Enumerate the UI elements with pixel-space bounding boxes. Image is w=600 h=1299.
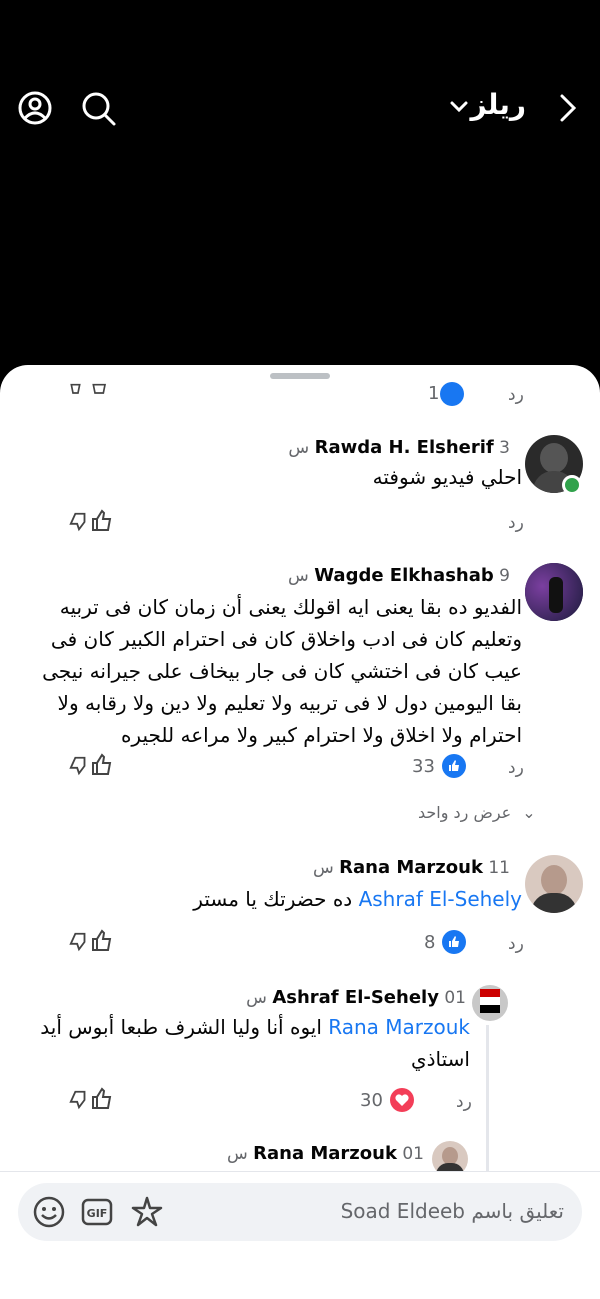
like-outline-icon[interactable]: [90, 929, 114, 953]
reply-button[interactable]: رد: [456, 1092, 472, 1112]
commenter-name[interactable]: Wagde Elkhashab: [314, 565, 494, 586]
reply-button[interactable]: رد: [508, 513, 524, 533]
like-outline-icon[interactable]: [90, 509, 114, 533]
commenter-name[interactable]: Rana Marzouk: [253, 1143, 397, 1164]
comment-meta: Rawda H. Elsherif 3 س: [288, 437, 510, 458]
comment-composer[interactable]: GIF تعليق باسم Soad Eldeeb: [18, 1183, 582, 1241]
chevron-down-icon[interactable]: [444, 90, 474, 124]
love-badge-icon: [390, 1088, 414, 1112]
svg-text:GIF: GIF: [87, 1207, 108, 1220]
comment-body: ده حضرتك يا مستر: [193, 887, 353, 911]
view-replies-link[interactable]: ⌄ عرض رد واحد: [418, 803, 536, 822]
gif-icon[interactable]: GIF: [80, 1195, 114, 1229]
dislike-icon[interactable]: [68, 755, 90, 777]
commenter-name[interactable]: Ashraf El-Sehely: [272, 987, 439, 1008]
search-icon[interactable]: [78, 88, 118, 128]
like-badge-icon: [440, 382, 464, 406]
like-outline-icon[interactable]: [90, 753, 114, 777]
love-count: 30: [360, 1090, 383, 1111]
reply-button[interactable]: رد: [508, 385, 524, 405]
reels-title[interactable]: ريلز: [471, 88, 526, 121]
mention-link[interactable]: Rana Marzouk: [328, 1015, 470, 1039]
like-count: 8: [424, 932, 436, 953]
commenter-name[interactable]: Rana Marzouk: [339, 857, 483, 878]
mention-link[interactable]: Ashraf El-Sehely: [359, 887, 522, 911]
profile-icon[interactable]: [15, 88, 55, 128]
comment-meta: Ashraf El-Sehely 01 س: [246, 987, 466, 1008]
dislike-icon[interactable]: [68, 383, 88, 403]
avatar[interactable]: [525, 563, 583, 621]
sheet-handle[interactable]: [270, 373, 330, 379]
dislike-icon[interactable]: [68, 1089, 90, 1111]
like-count: 33: [412, 756, 435, 777]
reply-button[interactable]: رد: [508, 758, 524, 778]
like-badge-icon: [442, 754, 466, 778]
comment-meta: Wagde Elkhashab 9 س: [288, 565, 510, 586]
like-count: 1: [428, 383, 440, 404]
dislike-icon[interactable]: [68, 511, 90, 533]
like-outline-icon[interactable]: [90, 1087, 114, 1111]
chevron-down-icon: ⌄: [522, 803, 536, 822]
sticker-icon[interactable]: [130, 1195, 164, 1229]
commenter-name[interactable]: Rawda H. Elsherif: [315, 437, 494, 458]
reply-button[interactable]: رد: [508, 934, 524, 954]
view-replies-text: عرض رد واحد: [418, 803, 512, 822]
comment-text: Ashraf El-Sehely ده حضرتك يا مستر: [62, 883, 522, 915]
comment-meta: Rana Marzouk 11 س: [313, 857, 510, 878]
like-outline-icon[interactable]: [90, 383, 110, 403]
comment-text: Rana Marzouk ايوه أنا وليا الشرف طبعا أب…: [30, 1011, 470, 1075]
reels-header: ريلز: [0, 0, 600, 370]
emoji-icon[interactable]: [32, 1195, 66, 1229]
avatar[interactable]: [472, 985, 508, 1021]
online-indicator: [562, 475, 582, 495]
avatar[interactable]: [525, 855, 583, 913]
like-badge-icon: [442, 930, 466, 954]
comment-meta: Rana Marzouk 01 س: [227, 1143, 424, 1164]
comments-sheet: 1 رد Rawda H. Elsherif 3 س احلي فيديو شو…: [0, 365, 600, 1299]
comment-text: احلي فيديو شوفته: [372, 465, 522, 489]
comment-text: الفديو ده بقا يعنى ايه اقولك يعنى أن زما…: [42, 595, 522, 747]
chevron-right-icon[interactable]: [548, 88, 588, 128]
dislike-icon[interactable]: [68, 931, 90, 953]
comment-input-placeholder[interactable]: تعليق باسم Soad Eldeeb: [341, 1199, 564, 1223]
